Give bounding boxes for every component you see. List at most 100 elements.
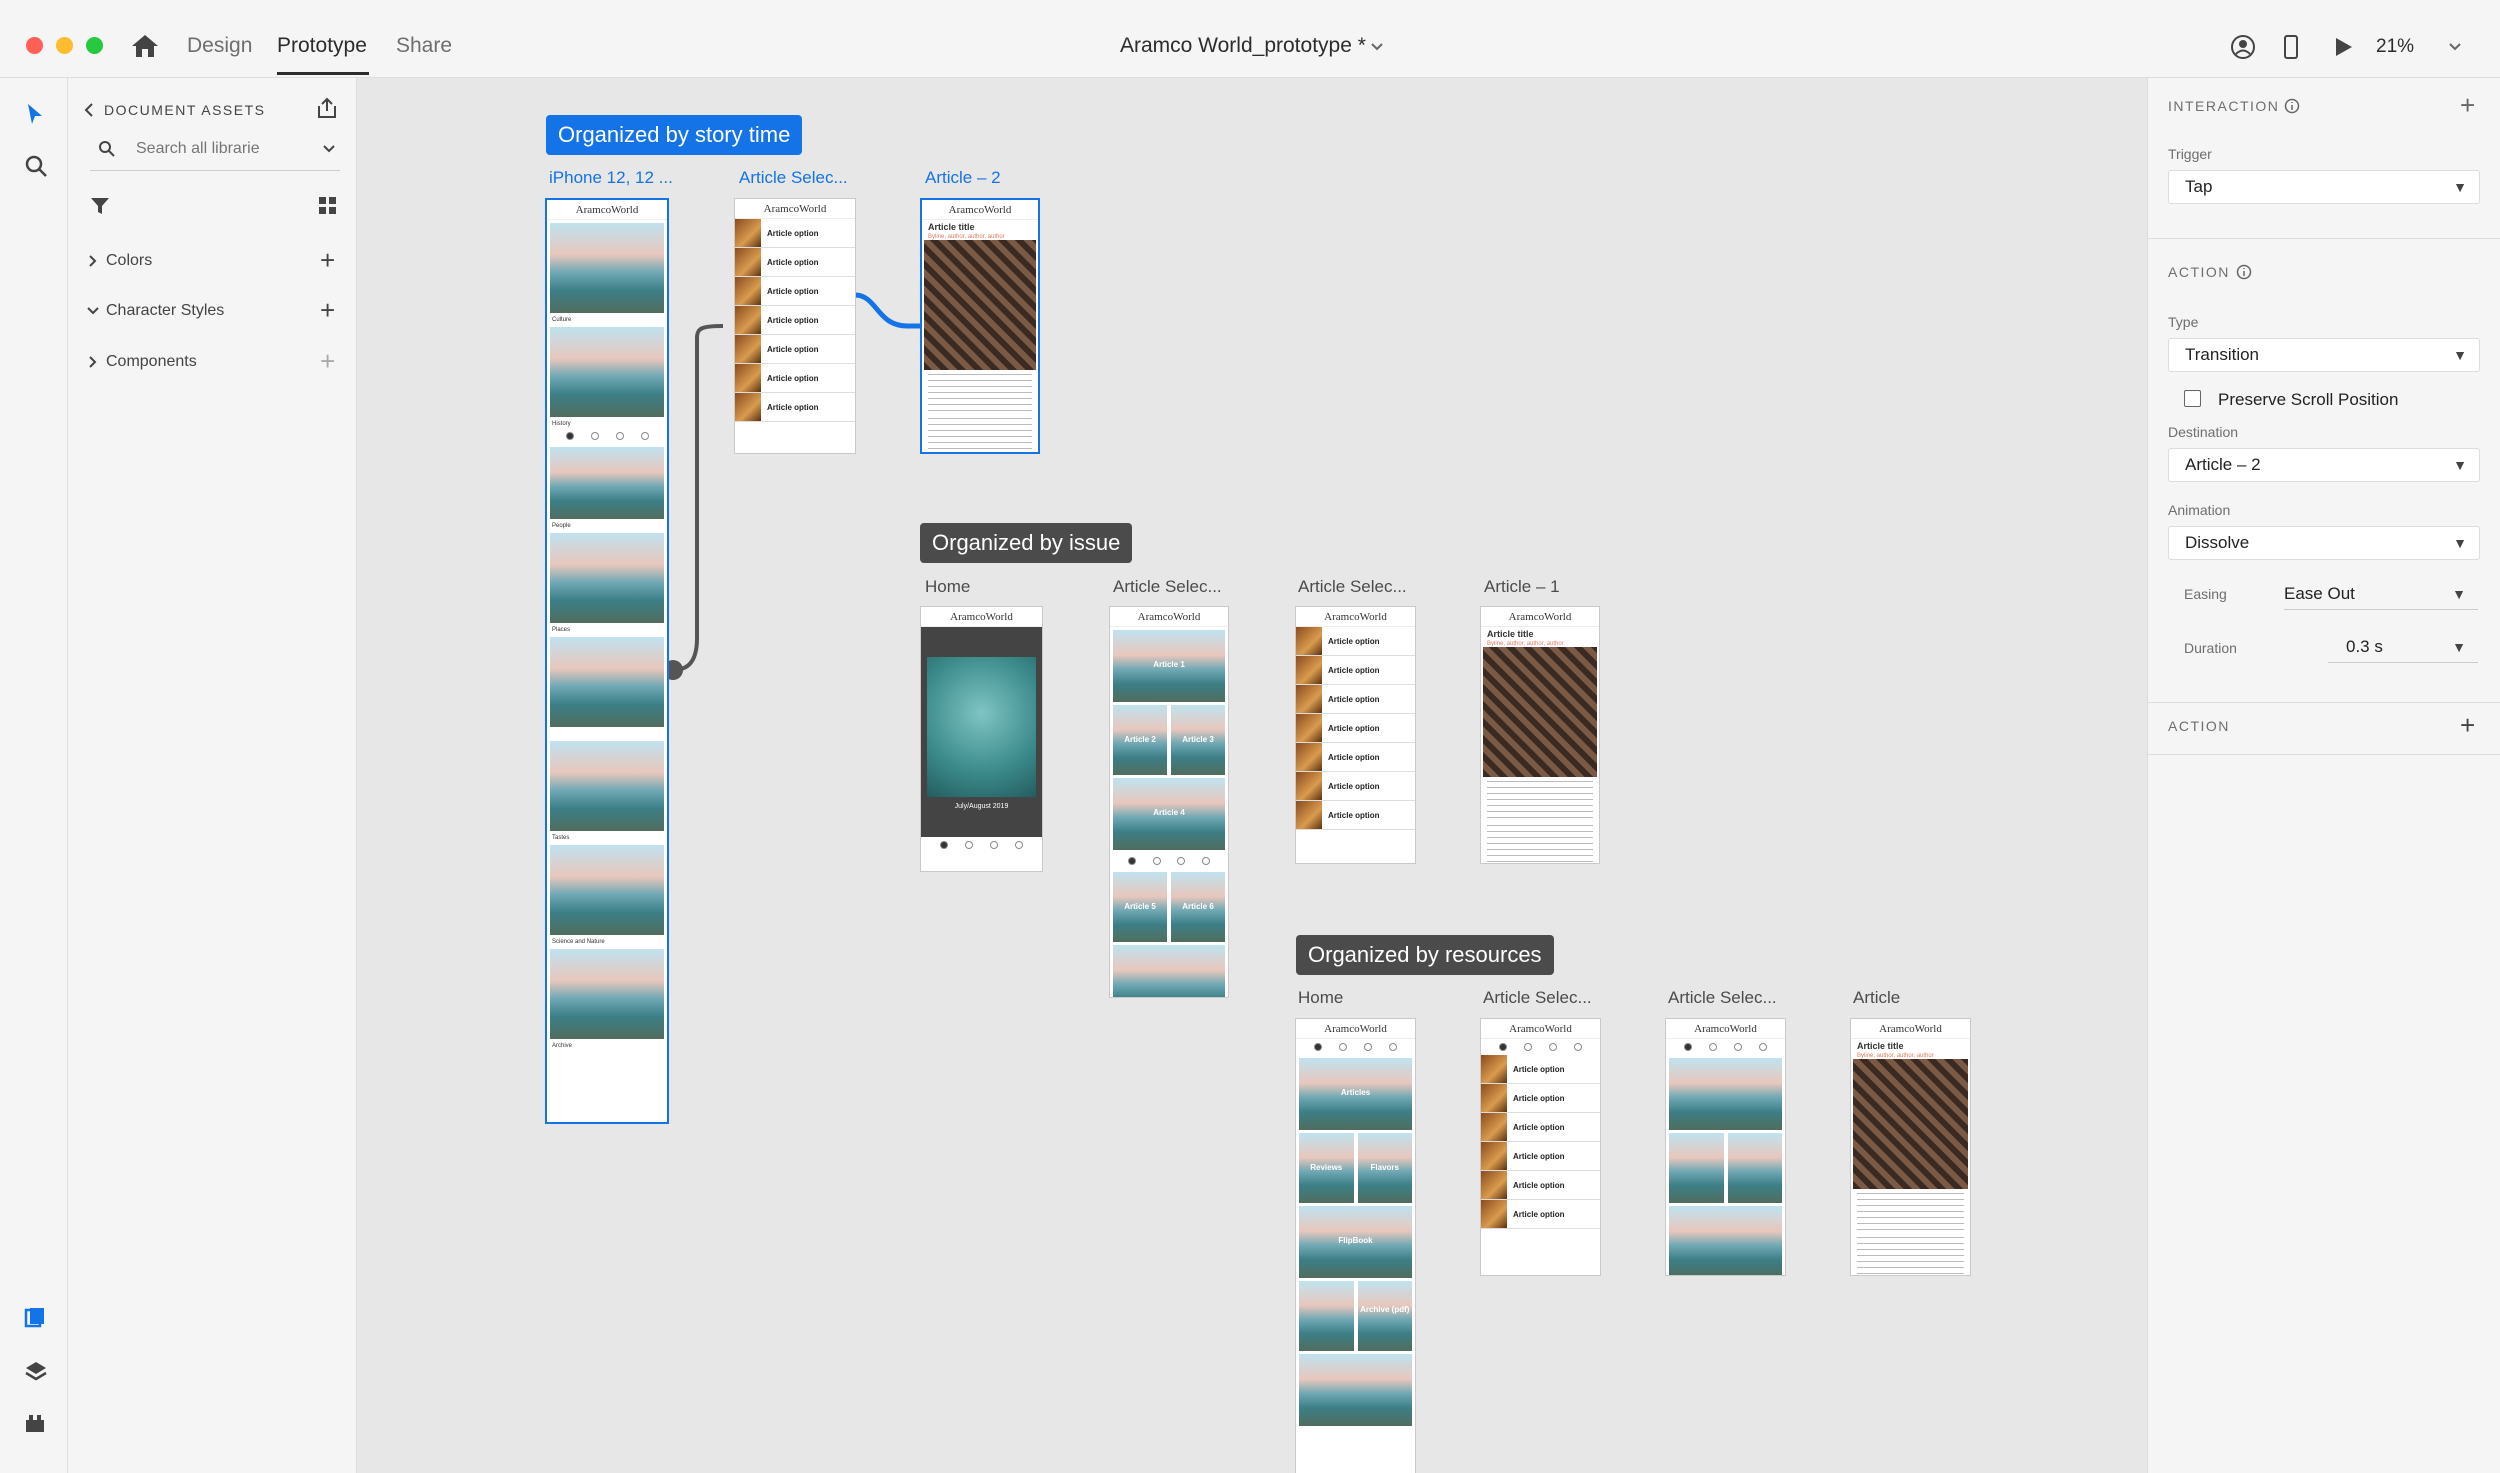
type-value: Transition (2185, 345, 2260, 364)
info-icon[interactable] (2236, 264, 2252, 280)
artboard-label[interactable]: Article Selec... (1483, 988, 1592, 1008)
tile: Article 1 (1113, 630, 1225, 702)
tab-share[interactable]: Share (396, 34, 452, 58)
artboard-story-article-list[interactable]: AramcoWorld Article option Article optio… (734, 198, 856, 454)
tab-design[interactable]: Design (187, 34, 252, 58)
zoom-level[interactable]: 21% (2376, 36, 2414, 58)
filter-icon[interactable] (90, 196, 110, 216)
layers-icon[interactable] (24, 1360, 48, 1382)
group-label-issue[interactable]: Organized by issue (920, 523, 1133, 563)
add-color-button[interactable]: + (320, 247, 335, 273)
maximize-window-button[interactable] (86, 37, 103, 54)
info-icon[interactable] (2284, 98, 2300, 114)
divider (2148, 754, 2500, 755)
chevron-down-icon[interactable] (2448, 42, 2462, 52)
document-title[interactable]: Aramco World_prototype * (1120, 34, 1366, 58)
type-dropdown[interactable]: Transition ▼ (2168, 338, 2480, 372)
article-body (1487, 825, 1593, 863)
wire-home-to-list[interactable] (672, 324, 724, 672)
artboard-label[interactable]: Article Selec... (1298, 577, 1407, 597)
artboard-label[interactable]: Article Selec... (1113, 577, 1222, 597)
preserve-scroll-checkbox[interactable] (2184, 390, 2201, 407)
device-preview-icon[interactable] (2283, 34, 2299, 60)
artboard-label[interactable]: Article – 1 (1484, 577, 1560, 597)
add-action-button[interactable]: + (2460, 710, 2475, 741)
share-icon[interactable] (315, 96, 339, 120)
section-image (550, 741, 664, 831)
animation-label: Animation (2168, 502, 2231, 518)
artboard-label[interactable]: Home (1298, 988, 1343, 1008)
chevron-down-icon[interactable] (1370, 42, 1384, 52)
artboard-resources-tiles[interactable]: AramcoWorld (1665, 1018, 1786, 1276)
article-body (1857, 1237, 1964, 1275)
section-label: Tastes (552, 835, 570, 841)
asset-search-input[interactable] (136, 136, 296, 162)
section-label: History (552, 421, 571, 427)
duration-dropdown[interactable]: 0.3 s ▼ (2328, 633, 2478, 663)
search-icon[interactable] (24, 154, 48, 178)
wire-list-to-article[interactable] (854, 292, 920, 329)
select-tool-icon[interactable] (26, 102, 44, 126)
colors-section[interactable]: Colors (106, 252, 152, 270)
design-canvas[interactable]: Organized by story time Organized by iss… (357, 78, 2147, 1473)
search-icon (99, 141, 115, 157)
artboard-issue-home[interactable]: AramcoWorld July/August 2019 (920, 606, 1043, 872)
home-icon[interactable] (130, 33, 160, 59)
chevron-down-icon[interactable] (86, 306, 100, 316)
components-section[interactable]: Components (106, 353, 197, 371)
add-character-style-button[interactable]: + (320, 297, 335, 323)
tile (1669, 1206, 1782, 1275)
article-body (1857, 1193, 1964, 1233)
tool-rail (0, 78, 68, 1473)
artboard-story-article[interactable]: AramcoWorld Article title Byline, author… (920, 198, 1040, 454)
animation-dropdown[interactable]: Dissolve ▼ (2168, 526, 2480, 560)
app-window: Design Prototype Share Aramco World_prot… (0, 0, 2500, 1473)
artboard-label[interactable]: Home (925, 577, 970, 597)
cover-image (927, 657, 1036, 797)
group-label-resources[interactable]: Organized by resources (1296, 935, 1554, 975)
user-icon[interactable] (2230, 34, 2256, 60)
destination-dropdown[interactable]: Article – 2 ▼ (2168, 448, 2480, 482)
character-styles-section[interactable]: Character Styles (106, 302, 224, 320)
close-window-button[interactable] (26, 37, 43, 54)
trigger-dropdown[interactable]: Tap ▼ (2168, 170, 2480, 204)
plugins-icon[interactable] (24, 1412, 46, 1434)
assets-header: DOCUMENT ASSETS (104, 102, 266, 118)
artboard-resources-home[interactable]: AramcoWorld Articles Reviews Flavors Flip… (1295, 1018, 1416, 1473)
add-component-button[interactable]: + (320, 348, 335, 374)
group-label-story-time[interactable]: Organized by story time (546, 115, 803, 155)
animation-value: Dissolve (2185, 533, 2250, 552)
artboard-issue-tiles[interactable]: AramcoWorld Article 1 Article 2 Article 3… (1109, 606, 1229, 998)
list-item: Article option (735, 364, 855, 393)
chevron-down-icon[interactable] (322, 144, 336, 154)
tab-prototype[interactable]: Prototype (277, 34, 367, 58)
chevron-right-icon[interactable] (88, 355, 98, 369)
chevron-left-icon[interactable] (84, 102, 94, 118)
artboard-resources-article-list[interactable]: AramcoWorld Article option Article optio… (1480, 1018, 1601, 1276)
artboard-story-home[interactable]: AramcoWorld Culture History People Place… (545, 198, 669, 1124)
section-image (550, 223, 664, 313)
artboard-issue-article-list[interactable]: AramcoWorld Article option Article optio… (1295, 606, 1416, 864)
artboard-label[interactable]: Article Selec... (1668, 988, 1777, 1008)
artboard-label[interactable]: Article Selec... (739, 168, 848, 188)
logo-text: AramcoWorld (1481, 607, 1599, 627)
tile (1727, 1133, 1782, 1203)
artboard-label[interactable]: Article – 2 (925, 168, 1001, 188)
section-image (550, 637, 664, 727)
play-icon[interactable] (2332, 36, 2354, 58)
minimize-window-button[interactable] (56, 37, 73, 54)
add-interaction-button[interactable]: + (2460, 90, 2475, 121)
article-body (1487, 781, 1593, 821)
artboard-label[interactable]: iPhone 12, 12 ... (549, 168, 673, 188)
grid-view-icon[interactable] (318, 196, 338, 216)
tab-dots (921, 837, 1042, 853)
artboard-resources-article[interactable]: AramcoWorld Article title Byline, author… (1850, 1018, 1971, 1276)
easing-dropdown[interactable]: Ease Out ▼ (2284, 580, 2478, 610)
list-item: Article option (1481, 1171, 1600, 1200)
chevron-right-icon[interactable] (88, 254, 98, 268)
assets-icon[interactable] (24, 1306, 46, 1328)
section-image (550, 949, 664, 1039)
artboard-issue-article[interactable]: AramcoWorld Article title Byline, author… (1480, 606, 1600, 864)
logo-text: AramcoWorld (1296, 1019, 1415, 1039)
artboard-label[interactable]: Article (1853, 988, 1900, 1008)
